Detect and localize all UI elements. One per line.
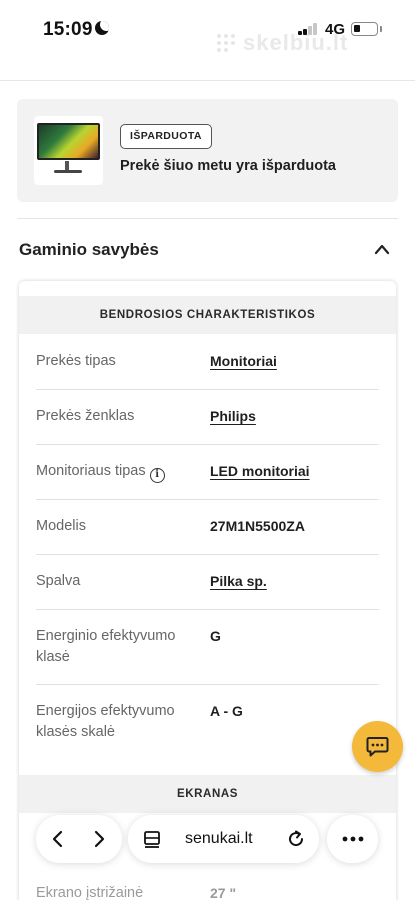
spec-value: 27M1N5500ZA xyxy=(210,518,305,534)
spec-value: A - G xyxy=(210,703,243,719)
more-icon xyxy=(342,836,364,842)
monitor-screen xyxy=(37,123,100,160)
spec-panel: BENDROSIOS CHARAKTERISTIKOS Prekės tipas… xyxy=(19,281,396,900)
chat-icon xyxy=(366,737,389,757)
monitor-base xyxy=(54,170,82,173)
header-divider xyxy=(0,80,415,81)
spec-label: Spalva xyxy=(36,573,81,589)
chevron-up-icon[interactable] xyxy=(374,243,390,255)
spec-label: Energinio efektyvumo klasė xyxy=(36,628,176,665)
more-button[interactable] xyxy=(327,815,378,863)
signal-icon xyxy=(298,23,320,35)
watermark-logo-icon xyxy=(215,32,239,56)
soldout-message: Prekė šiuo metu yra išparduota xyxy=(120,158,336,174)
address-bar[interactable]: senukai.lt xyxy=(128,815,319,863)
row-divider xyxy=(36,554,379,555)
battery-tip xyxy=(380,26,382,32)
info-icon[interactable]: i xyxy=(149,468,165,483)
spec-value: G xyxy=(210,628,221,644)
back-icon xyxy=(52,830,63,848)
back-button[interactable] xyxy=(38,815,78,863)
spec-value-link[interactable]: Pilka sp. xyxy=(210,571,267,592)
spec-label-with-info: Monitoriaus tipas i xyxy=(36,461,206,483)
spec-label: Modelis xyxy=(36,518,86,534)
row-divider xyxy=(36,499,379,500)
status-bar: 15:09 skelbiu.lt 4G xyxy=(0,0,415,60)
network-type: 4G xyxy=(325,21,346,38)
forward-button[interactable] xyxy=(80,815,120,863)
spec-label: Prekės tipas xyxy=(36,353,116,369)
spec-value-link[interactable]: Philips xyxy=(210,406,256,427)
section-heading-screen: EKRANAS xyxy=(19,775,396,813)
battery-icon xyxy=(351,22,378,36)
spec-value: 27 " xyxy=(210,885,237,900)
chat-button[interactable] xyxy=(352,721,403,772)
row-divider xyxy=(36,609,379,610)
features-title[interactable]: Gaminio savybės xyxy=(19,240,159,260)
spec-label: Prekės ženklas xyxy=(36,408,135,424)
section-divider xyxy=(17,218,398,219)
spec-label: Energijos efektyvumo klasės skalė xyxy=(36,703,175,740)
status-time: 15:09 xyxy=(43,19,93,40)
spec-value-link[interactable]: LED monitoriai xyxy=(210,461,310,482)
soldout-badge: IŠPARDUOTA xyxy=(120,124,212,149)
row-divider xyxy=(36,684,379,685)
url-text[interactable]: senukai.lt xyxy=(185,830,253,848)
reload-icon[interactable] xyxy=(286,829,306,849)
spec-label: Ekrano įstrižainė xyxy=(36,885,144,900)
row-divider xyxy=(36,444,379,445)
moon-icon xyxy=(95,21,109,35)
section-heading-general: BENDROSIOS CHARAKTERISTIKOS xyxy=(19,296,396,334)
row-divider xyxy=(36,389,379,390)
browser-nav-pill xyxy=(36,815,122,863)
forward-icon xyxy=(94,830,105,848)
spec-label-text: Monitoriaus tipas xyxy=(36,463,146,479)
soldout-card: IŠPARDUOTA Prekė šiuo metu yra išparduot… xyxy=(17,99,398,202)
spec-value-link[interactable]: Monitoriai xyxy=(210,351,277,372)
product-thumbnail[interactable] xyxy=(34,116,103,185)
reader-icon[interactable] xyxy=(143,830,161,848)
